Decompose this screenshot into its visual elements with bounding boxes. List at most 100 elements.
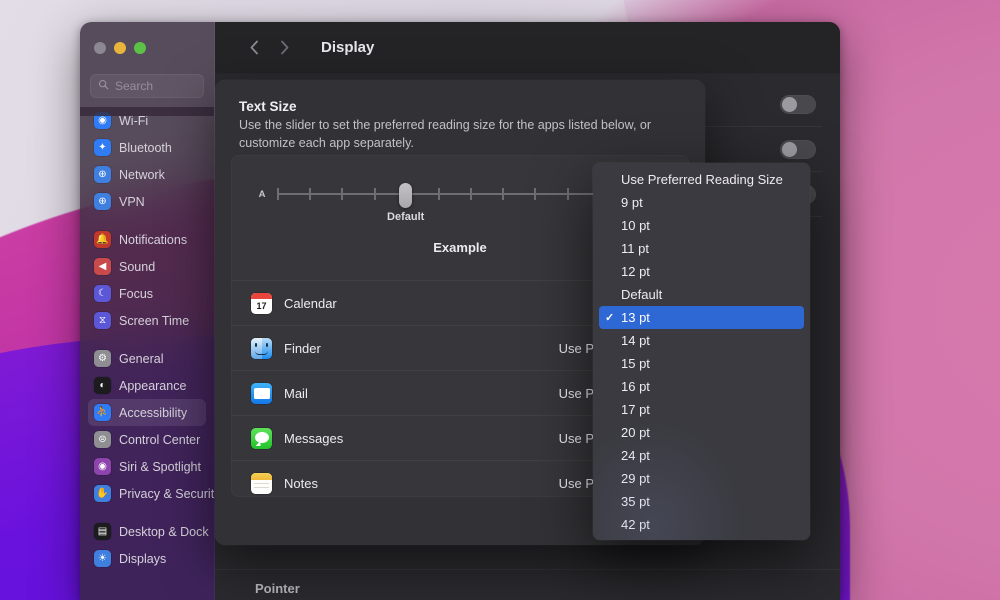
screen-time-icon: ⧖ xyxy=(94,312,111,329)
slider-tick xyxy=(373,188,376,200)
app-name: Mail xyxy=(284,385,308,401)
toggle-switch[interactable] xyxy=(780,139,816,159)
section-divider xyxy=(215,569,840,570)
menu-item[interactable]: 16 pt xyxy=(599,375,804,398)
dialog-header: Text Size Use the slider to set the pref… xyxy=(215,80,705,153)
menu-item-label: 11 pt xyxy=(621,241,649,256)
displays-icon: ☀ xyxy=(94,550,111,567)
sidebar-item-label: Screen Time xyxy=(119,313,190,328)
slider-thumb-label: Default xyxy=(387,211,425,223)
sidebar-item-screen-time[interactable]: ⧖ Screen Time xyxy=(88,307,206,334)
menu-item[interactable]: Default xyxy=(599,283,804,306)
mail-app-icon xyxy=(251,382,272,404)
dialog-description: Use the slider to set the preferred read… xyxy=(239,118,652,150)
sidebar-item-vpn[interactable]: ⊕ VPN xyxy=(88,188,206,215)
menu-item-label: 15 pt xyxy=(621,356,650,371)
sidebar-item-label: Network xyxy=(119,167,165,182)
sidebar-item-notifications[interactable]: 🔔 Notifications xyxy=(88,226,206,253)
slider-tick xyxy=(437,188,440,200)
network-icon: ⊕ xyxy=(94,166,111,183)
slider-tick xyxy=(470,188,472,200)
finder-app-icon xyxy=(251,337,272,359)
appearance-icon: ◐ xyxy=(94,377,111,394)
sidebar-item-appearance[interactable]: ◐ Appearance xyxy=(88,372,206,399)
control-center-icon: ⊜ xyxy=(94,431,111,448)
menu-item[interactable]: 24 pt xyxy=(599,444,804,467)
menu-item[interactable]: 35 pt xyxy=(599,490,804,513)
sidebar-item-bluetooth[interactable]: ✦ Bluetooth xyxy=(88,134,206,161)
slider-small-a-label: A xyxy=(258,188,266,200)
sidebar-item-control-center[interactable]: ⊜ Control Center xyxy=(88,426,206,453)
sidebar-item-label: Appearance xyxy=(119,378,187,393)
sidebar-item-privacy-security[interactable]: ✋ Privacy & Security xyxy=(88,480,214,507)
menu-item-label: 29 pt xyxy=(621,471,650,486)
sidebar-item-label: VPN xyxy=(119,194,145,209)
focus-icon: ☾ xyxy=(94,285,111,302)
accessibility-icon: ⛹ xyxy=(94,404,111,421)
menu-item[interactable]: ✓ 13 pt xyxy=(599,306,804,329)
sidebar-item-label: General xyxy=(119,351,164,366)
messages-app-icon xyxy=(251,427,272,449)
siri-icon: ◉ xyxy=(94,458,111,475)
slider-thumb[interactable] xyxy=(399,183,413,208)
menu-item[interactable]: 17 pt xyxy=(599,398,804,421)
pointer-section-header: Pointer xyxy=(255,581,300,596)
sidebar-scroll-area[interactable]: ◉ Wi-Fi ✦ Bluetooth ⊕ Network ⊕ VPN 🔔 Notificatio… xyxy=(80,107,214,600)
checkmark-icon: ✓ xyxy=(605,312,615,324)
menu-item[interactable]: 10 pt xyxy=(599,214,804,237)
minimize-button[interactable] xyxy=(114,42,126,54)
menu-item-label: Use Preferred Reading Size xyxy=(621,172,783,187)
forward-button[interactable] xyxy=(271,35,297,61)
menu-item[interactable]: 11 pt xyxy=(599,237,804,260)
close-button[interactable] xyxy=(94,42,106,54)
sidebar-item-label: Privacy & Security xyxy=(119,486,214,501)
text-size-popup-menu[interactable]: Use Preferred Reading Size 9 pt 10 pt 11 pt… xyxy=(593,163,810,540)
menu-item-label: 9 pt xyxy=(621,195,643,210)
menu-item[interactable]: 20 pt xyxy=(599,421,804,444)
sidebar-item-displays[interactable]: ☀ Displays xyxy=(88,545,206,572)
sidebar: Search ◉ Wi-Fi ✦ Bluetooth ⊕ Network ⊕ VPN 🔔 Noti… xyxy=(80,22,215,600)
sidebar-item-network[interactable]: ⊕ Network xyxy=(88,161,206,188)
sound-icon: ◀ xyxy=(94,258,111,275)
toggle-switch[interactable] xyxy=(780,94,816,114)
sidebar-item-label: Bluetooth xyxy=(119,140,172,155)
sidebar-item-label: Control Center xyxy=(119,432,201,447)
sidebar-item-focus[interactable]: ☾ Focus xyxy=(88,280,206,307)
page-title: Display xyxy=(321,39,375,56)
slider-tick xyxy=(309,188,312,200)
sidebar-item-label: Notifications xyxy=(119,232,188,247)
sidebar-item-label: Sound xyxy=(119,259,156,274)
sidebar-item-sound[interactable]: ◀ Sound xyxy=(88,253,206,280)
menu-item[interactable]: 29 pt xyxy=(599,467,804,490)
slider-tick xyxy=(277,188,279,200)
sidebar-item-siri-spotlight[interactable]: ◉ Siri & Spotlight xyxy=(88,453,206,480)
sidebar-top-fade xyxy=(80,107,214,116)
sidebar-item-accessibility[interactable]: ⛹ Accessibility xyxy=(88,399,206,426)
menu-item-label: 24 pt xyxy=(621,448,650,463)
menu-item[interactable]: 12 pt xyxy=(599,260,804,283)
menu-item[interactable]: 15 pt xyxy=(599,352,804,375)
slider-tick xyxy=(502,188,505,200)
privacy-icon: ✋ xyxy=(94,485,111,502)
calendar-app-icon: 17 xyxy=(251,292,272,314)
menu-item-label: Default xyxy=(621,287,663,302)
app-name: Messages xyxy=(284,430,344,446)
sidebar-item-label: Siri & Spotlight xyxy=(119,459,201,474)
search-placeholder: Search xyxy=(115,79,154,93)
menu-item[interactable]: Use Preferred Reading Size xyxy=(599,168,804,191)
maximize-button[interactable] xyxy=(134,42,146,54)
search-input[interactable]: Search xyxy=(90,74,204,98)
app-name: Notes xyxy=(284,475,318,491)
back-button[interactable] xyxy=(241,35,267,61)
sidebar-item-desktop-dock[interactable]: ▤ Desktop & Dock xyxy=(88,518,209,545)
menu-item[interactable]: 42 pt xyxy=(599,513,804,536)
menu-item[interactable]: 14 pt xyxy=(599,329,804,352)
search-icon xyxy=(98,77,109,95)
menu-item[interactable]: 9 pt xyxy=(599,191,804,214)
sidebar-item-label: Accessibility xyxy=(119,405,188,420)
sidebar-item-general[interactable]: ⚙ General xyxy=(88,345,206,372)
desktop-dock-icon: ▤ xyxy=(94,523,111,540)
